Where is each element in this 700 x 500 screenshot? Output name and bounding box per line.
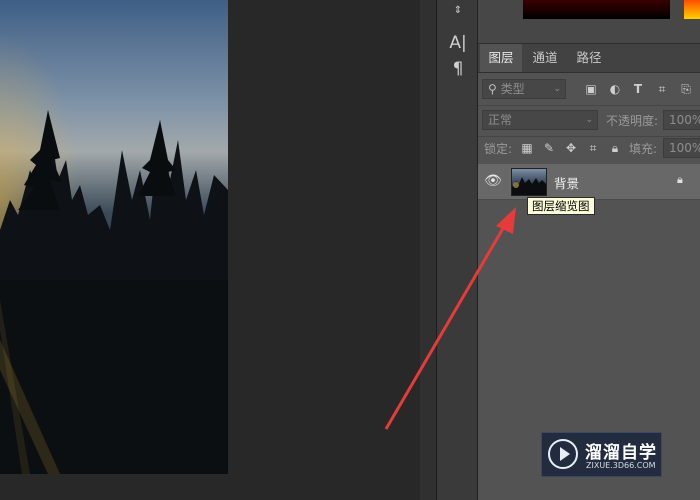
lock-label: 锁定:: [484, 142, 513, 156]
lock-icon: 🔒︎: [677, 173, 683, 186]
tooltip: 图层缩览图: [527, 197, 595, 215]
document-canvas[interactable]: [0, 0, 420, 500]
image-icon[interactable]: ▣: [582, 80, 600, 98]
chevron-down-icon: ⌄: [553, 84, 561, 94]
type-icon[interactable]: T: [629, 80, 647, 98]
tab-channels[interactable]: 通道: [524, 44, 566, 72]
tool-column: ⇕ A| ¶: [437, 0, 478, 500]
lock-artboard-icon[interactable]: ⌗: [584, 139, 602, 157]
lock-transparent-pixels-icon[interactable]: ▦: [518, 139, 536, 157]
watermark-subtitle: ZIXUE.3D66.COM: [586, 461, 656, 470]
smart-object-icon[interactable]: ⎘: [677, 80, 695, 98]
blend-row: 正常 ⌄ 不透明度: 100%: [478, 106, 700, 137]
shape-icon[interactable]: ⌗: [653, 80, 671, 98]
canvas-scrollbar[interactable]: [420, 0, 437, 500]
layer-filter-row: ⚲ 类型 ⌄ ▣ ◐ T ⌗ ⎘: [478, 75, 700, 106]
lock-row: 锁定: ▦ ✎ ✥ ⌗ 🔒︎ 填充: 100%: [478, 134, 700, 165]
opacity-input[interactable]: 100%: [663, 110, 700, 130]
watermark-title: 溜溜自学: [585, 443, 657, 463]
lock-position-icon[interactable]: ✥: [562, 139, 580, 157]
layers-panel-dock: 图层 通道 路径 ⚲ 类型 ⌄ ▣ ◐ T ⌗ ⎘ 正常 ⌄ 不透明度: 100…: [478, 0, 700, 500]
search-icon: ⚲: [488, 82, 497, 96]
paragraph-panel-icon[interactable]: ¶: [447, 58, 469, 80]
panel-tabs: 图层 通道 路径: [478, 44, 700, 73]
watermark-logo: 溜溜自学 ZIXUE.3D66.COM: [541, 432, 662, 477]
tab-layers[interactable]: 图层: [480, 44, 522, 72]
opacity-label: 不透明度:: [606, 114, 659, 128]
tool-options-icon[interactable]: ⇕: [447, 0, 469, 22]
fill-label: 填充:: [629, 142, 658, 156]
chevron-down-icon: ⌄: [585, 115, 593, 125]
blend-mode-value: 正常: [488, 113, 513, 127]
kind-filter-value: 类型: [500, 82, 525, 96]
adjustment-icon[interactable]: ◐: [606, 80, 624, 98]
layer-thumbnail[interactable]: [511, 168, 547, 196]
color-picker-field[interactable]: [523, 0, 670, 19]
color-panel: [478, 0, 700, 44]
tab-paths[interactable]: 路径: [568, 44, 610, 72]
character-panel-icon[interactable]: A|: [447, 32, 469, 54]
lock-image-pixels-icon[interactable]: ✎: [540, 139, 558, 157]
layer-name[interactable]: 背景: [554, 173, 579, 192]
hue-slider[interactable]: [684, 0, 700, 19]
play-icon: [548, 439, 578, 469]
eye-icon[interactable]: 👁︎: [484, 172, 502, 190]
lock-all-icon[interactable]: 🔒︎: [606, 139, 624, 157]
blend-mode-select[interactable]: 正常 ⌄: [482, 110, 598, 130]
fill-input[interactable]: 100%: [663, 138, 700, 158]
photo-image: [0, 0, 228, 474]
kind-filter-select[interactable]: ⚲ 类型 ⌄: [482, 79, 566, 99]
layer-row[interactable]: 👁︎ 背景 🔒︎: [478, 164, 700, 200]
